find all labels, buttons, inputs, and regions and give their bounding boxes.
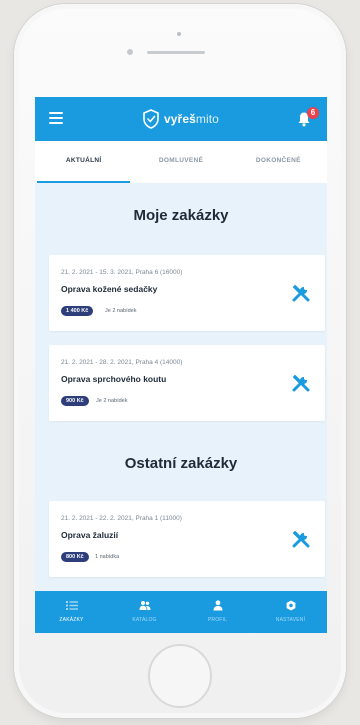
app-header: vyřešmito 6 (35, 97, 327, 141)
app-logo: vyřešmito (142, 108, 219, 130)
order-date-location: 21. 2. 2021 - 15. 3. 2021, Praha 6 (1600… (61, 269, 183, 276)
logo-shield-icon (143, 109, 159, 129)
nav-label: PROFIL (207, 617, 228, 623)
order-price-badge: 800 Kč (61, 552, 89, 562)
logo-text-bold: vyřeš (164, 112, 196, 126)
nav-item-nastaveni[interactable]: NASTAVENÍ (254, 591, 327, 633)
user-icon (213, 600, 222, 611)
nav-item-profil[interactable]: PROFIL (181, 591, 254, 633)
gear-icon (286, 600, 295, 611)
logo-text: vyřešmito (164, 112, 219, 126)
tools-icon (292, 375, 310, 392)
order-card[interactable]: 21. 2. 2021 - 28. 2. 2021, Praha 4 (1400… (49, 345, 325, 421)
section-title-mine: Moje zakázky (133, 207, 229, 224)
tab-domluvene[interactable]: DOMLUVENÉ (132, 141, 229, 183)
list-icon (65, 601, 78, 610)
nav-item-zakazky[interactable]: ZAKÁZKY (35, 591, 108, 633)
order-price-badge: 1 400 Kč (61, 306, 94, 316)
tools-icon (292, 285, 310, 302)
order-title: Oprava sprchového koutu (61, 374, 167, 384)
order-offers-count: Je 2 nabídek (105, 308, 137, 314)
notification-badge: 6 (307, 107, 319, 119)
tab-aktualni[interactable]: AKTUÁLNÍ (35, 141, 132, 183)
home-button[interactable] (148, 644, 212, 708)
section-title-other: Ostatní zakázky (124, 455, 238, 472)
hamburger-menu-icon[interactable] (49, 112, 63, 124)
earpiece-speaker (147, 51, 205, 54)
order-offers-count: Je 2 nabídek (96, 398, 128, 404)
users-icon (139, 601, 150, 610)
nav-label: KATALOG (132, 617, 157, 623)
bottom-navigation: ZAKÁZKY KATALOG PROFIL NASTAVENÍ (35, 591, 327, 633)
logo-text-light: mito (195, 112, 219, 126)
order-date-location: 21. 2. 2021 - 28. 2. 2021, Praha 4 (1400… (61, 359, 183, 366)
order-tabs: AKTUÁLNÍ DOMLUVENÉ DOKONČENÉ (35, 141, 327, 183)
order-card[interactable]: 21. 2. 2021 - 15. 3. 2021, Praha 6 (1600… (49, 255, 325, 331)
order-card[interactable]: 21. 2. 2021 - 22. 2. 2021, Praha 1 (1100… (49, 501, 325, 577)
tab-dokoncene[interactable]: DOKONČENÉ (230, 141, 327, 183)
order-offers-count: 1 nabídka (95, 554, 120, 560)
app-screen: vyřešmito 6 AKTUÁLNÍ DOMLUVENÉ DOKONČENÉ… (35, 97, 327, 633)
front-camera (177, 32, 181, 36)
order-title: Oprava žaluzií (61, 530, 119, 540)
order-title: Oprava kožené sedačky (61, 284, 158, 294)
tools-icon (292, 531, 310, 548)
nav-label: ZAKÁZKY (59, 617, 84, 623)
order-date-location: 21. 2. 2021 - 22. 2. 2021, Praha 1 (1100… (61, 515, 182, 522)
nav-label: NASTAVENÍ (275, 617, 306, 623)
nav-item-katalog[interactable]: KATALOG (108, 591, 181, 633)
proximity-sensor (127, 49, 133, 55)
order-price-badge: 900 Kč (61, 396, 89, 406)
